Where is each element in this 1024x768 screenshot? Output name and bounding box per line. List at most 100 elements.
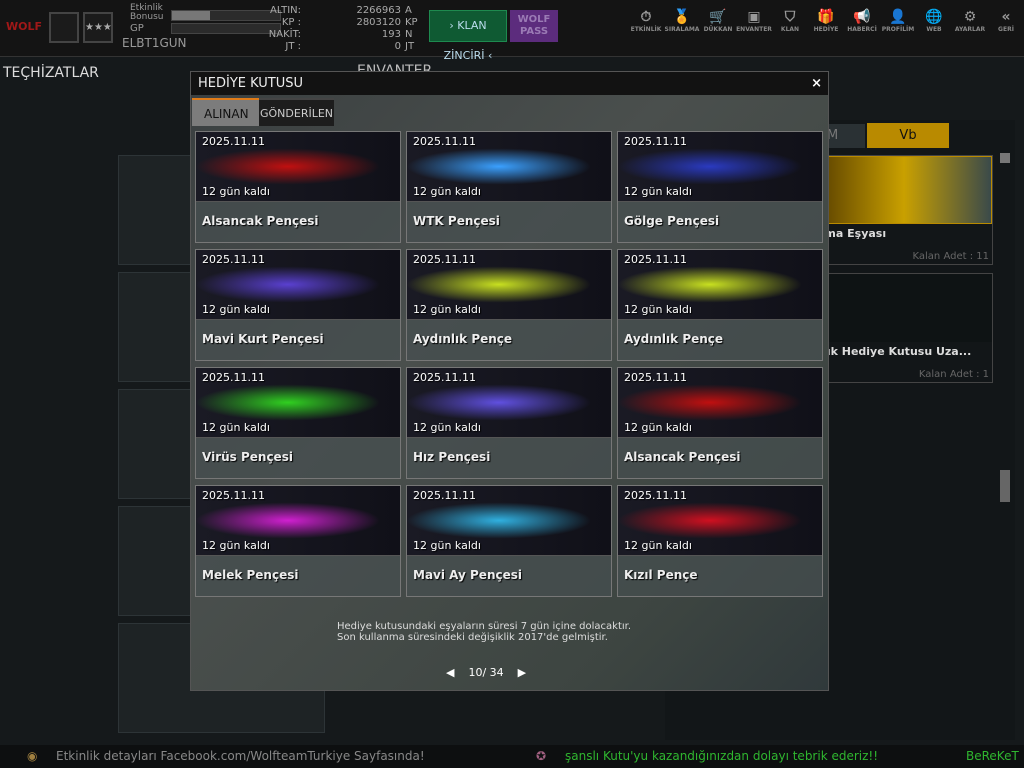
item-name: Mavi Kurt Pençesi xyxy=(202,332,324,346)
scrollbar-thumb[interactable] xyxy=(1000,470,1010,502)
clan-badge[interactable] xyxy=(49,12,79,43)
gift-item[interactable]: 2025.11.11 12 gün kaldı Melek Pençesi xyxy=(195,485,401,597)
nav-web[interactable]: 🌐 WEB xyxy=(916,8,952,33)
item-date: 2025.11.11 xyxy=(202,135,265,148)
shop-item-name: rma Eşyası xyxy=(819,227,887,240)
ticker-message: BeReKeT xyxy=(966,749,1019,763)
item-date: 2025.11.11 xyxy=(413,371,476,384)
currency-row: ALTIN: 2266963 A xyxy=(265,5,425,17)
nav-label: KLAN xyxy=(780,26,800,33)
tab-sent[interactable]: GÖNDERİLEN xyxy=(259,98,335,126)
item-image: 2025.11.11 12 gün kaldı xyxy=(618,486,822,556)
currency-label: NAKİT: xyxy=(268,29,301,40)
nav-profi̇li̇m[interactable]: 👤 PROFİLİM xyxy=(880,8,916,33)
nav-dükkan[interactable]: 🛒 DÜKKAN xyxy=(700,8,736,33)
nav-icon: 📢 xyxy=(853,9,871,25)
wolf-pass-button[interactable]: WOLF PASS xyxy=(510,10,558,42)
currency-value: 2803120 xyxy=(356,17,401,28)
item-name: Hız Pençesi xyxy=(413,450,491,464)
shop-item[interactable]: lük Hediye Kutusu Uza... Kalan Adet : 1 xyxy=(815,273,993,383)
shop-item[interactable]: rma Eşyası Kalan Adet : 11 xyxy=(815,155,993,265)
nav-icon: 🎁 xyxy=(817,9,835,25)
item-date: 2025.11.11 xyxy=(624,489,687,502)
gift-item[interactable]: 2025.11.11 12 gün kaldı Alsancak Pençesi xyxy=(617,367,823,479)
nav-ayarlar[interactable]: ⚙ AYARLAR xyxy=(952,8,988,33)
currency-unit: A xyxy=(405,5,412,16)
rank-badge: ★★★ xyxy=(83,12,113,43)
item-name: Virüs Pençesi xyxy=(202,450,293,464)
currency-row: NAKİT: 193 N xyxy=(265,29,425,41)
item-remaining: 12 gün kaldı xyxy=(413,421,481,434)
nav-envanter[interactable]: ▣ ENVANTER xyxy=(736,8,772,33)
item-image: 2025.11.11 12 gün kaldı xyxy=(196,486,400,556)
item-remaining: 12 gün kaldı xyxy=(202,421,270,434)
item-name: Alsancak Pençesi xyxy=(202,214,319,228)
currency-panel: ALTIN: 2266963 A KP : 2803120 KP NAKİT: 193 N JT … xyxy=(265,5,425,53)
item-remaining: 12 gün kaldı xyxy=(202,303,270,316)
nav-icon: ⚙ xyxy=(963,9,977,25)
item-remaining: 12 gün kaldı xyxy=(202,185,270,198)
nav-siralama[interactable]: 🏅 SIRALAMA xyxy=(664,8,700,33)
event-bonus-label: Etkinlik Bonusu xyxy=(130,3,164,22)
item-name: WTK Pençesi xyxy=(413,214,500,228)
currency-label: JT : xyxy=(285,41,301,52)
item-remaining: 12 gün kaldı xyxy=(413,539,481,552)
currency-row: KP : 2803120 KP xyxy=(265,17,425,29)
dialog-title-bar: HEDİYE KUTUSU × xyxy=(191,72,828,95)
gift-item[interactable]: 2025.11.11 12 gün kaldı Kızıl Pençe xyxy=(617,485,823,597)
currency-value: 0 xyxy=(394,41,401,52)
news-ticker: ◉ Etkinlik detayları Facebook.com/Wolfte… xyxy=(0,745,1024,768)
klan-chain-button[interactable]: › KLAN ZİNCİRİ ‹ xyxy=(429,10,507,62)
nav-label: HEDİYE xyxy=(813,26,839,33)
nav-haberci̇[interactable]: 📢 HABERCİ xyxy=(844,8,880,33)
gift-item[interactable]: 2025.11.11 12 gün kaldı Alsancak Pençesi xyxy=(195,131,401,243)
nav-label: ETKİNLİK xyxy=(630,26,662,33)
item-remaining: 12 gün kaldı xyxy=(624,303,692,316)
gift-item[interactable]: 2025.11.11 12 gün kaldı Gölge Pençesi xyxy=(617,131,823,243)
prev-page-icon[interactable]: ◀ xyxy=(446,666,454,679)
tab-received[interactable]: ALINAN xyxy=(192,98,259,126)
gp-label: GP xyxy=(130,23,144,34)
tab-vb[interactable]: Vb xyxy=(867,123,949,148)
item-name: Alsancak Pençesi xyxy=(624,450,741,464)
username: ELBT1GUN xyxy=(122,36,187,50)
currency-unit: KP xyxy=(405,17,418,28)
pagination: ◀ 10/ 34 ▶ xyxy=(446,666,526,679)
nav-label: DÜKKAN xyxy=(703,26,733,33)
page-indicator: 10/ 34 xyxy=(468,666,504,679)
gift-item[interactable]: 2025.11.11 12 gün kaldı Mavi Kurt Pençesi xyxy=(195,249,401,361)
item-remaining: 12 gün kaldı xyxy=(624,185,692,198)
gift-item[interactable]: 2025.11.11 12 gün kaldı Virüs Pençesi xyxy=(195,367,401,479)
item-name: Mavi Ay Pençesi xyxy=(413,568,522,582)
gift-item[interactable]: 2025.11.11 12 gün kaldı Mavi Ay Pençesi xyxy=(406,485,612,597)
close-icon[interactable]: × xyxy=(811,72,822,95)
next-page-icon[interactable]: ▶ xyxy=(518,666,526,679)
expiry-note: Hediye kutusundaki eşyaların süresi 7 gü… xyxy=(337,621,631,643)
nav-hedi̇ye[interactable]: 🎁 HEDİYE xyxy=(808,8,844,33)
nav-icon: 👤 xyxy=(889,9,907,25)
note-line: Hediye kutusundaki eşyaların süresi 7 gü… xyxy=(337,621,632,632)
nav-icon: ▣ xyxy=(747,9,761,25)
currency-label: KP : xyxy=(281,17,301,28)
gift-item[interactable]: 2025.11.11 12 gün kaldı Hız Pençesi xyxy=(406,367,612,479)
gift-item[interactable]: 2025.11.11 12 gün kaldı Aydınlık Pençe xyxy=(617,249,823,361)
nav-geri̇[interactable]: «GERİ xyxy=(988,8,1024,33)
shop-item-count: Kalan Adet : 1 xyxy=(918,369,989,380)
gift-item[interactable]: 2025.11.11 12 gün kaldı WTK Pençesi xyxy=(406,131,612,243)
item-image: 2025.11.11 12 gün kaldı xyxy=(407,486,611,556)
scroll-up-button[interactable] xyxy=(1000,153,1010,163)
gift-item[interactable]: 2025.11.11 12 gün kaldı Aydınlık Pençe xyxy=(406,249,612,361)
item-remaining: 12 gün kaldı xyxy=(624,421,692,434)
item-date: 2025.11.11 xyxy=(413,135,476,148)
item-image: 2025.11.11 12 gün kaldı xyxy=(618,250,822,320)
ticker-message: Etkinlik detayları Facebook.com/Wolfteam… xyxy=(56,749,425,763)
item-name: Gölge Pençesi xyxy=(624,214,720,228)
currency-unit: N xyxy=(405,29,413,40)
currency-label: ALTIN: xyxy=(270,5,301,16)
item-name: Melek Pençesi xyxy=(202,568,299,582)
nav-icon: 🛒 xyxy=(709,9,727,25)
item-date: 2025.11.11 xyxy=(624,135,687,148)
nav-klan[interactable]: ⛉ KLAN xyxy=(772,8,808,33)
nav-etki̇nli̇k[interactable]: ⏱ ETKİNLİK xyxy=(628,8,664,33)
main-nav: ⏱ ETKİNLİK 🏅 SIRALAMA 🛒 DÜKKAN ▣ ENVANTER ⛉ KLAN 🎁… xyxy=(628,8,1024,33)
